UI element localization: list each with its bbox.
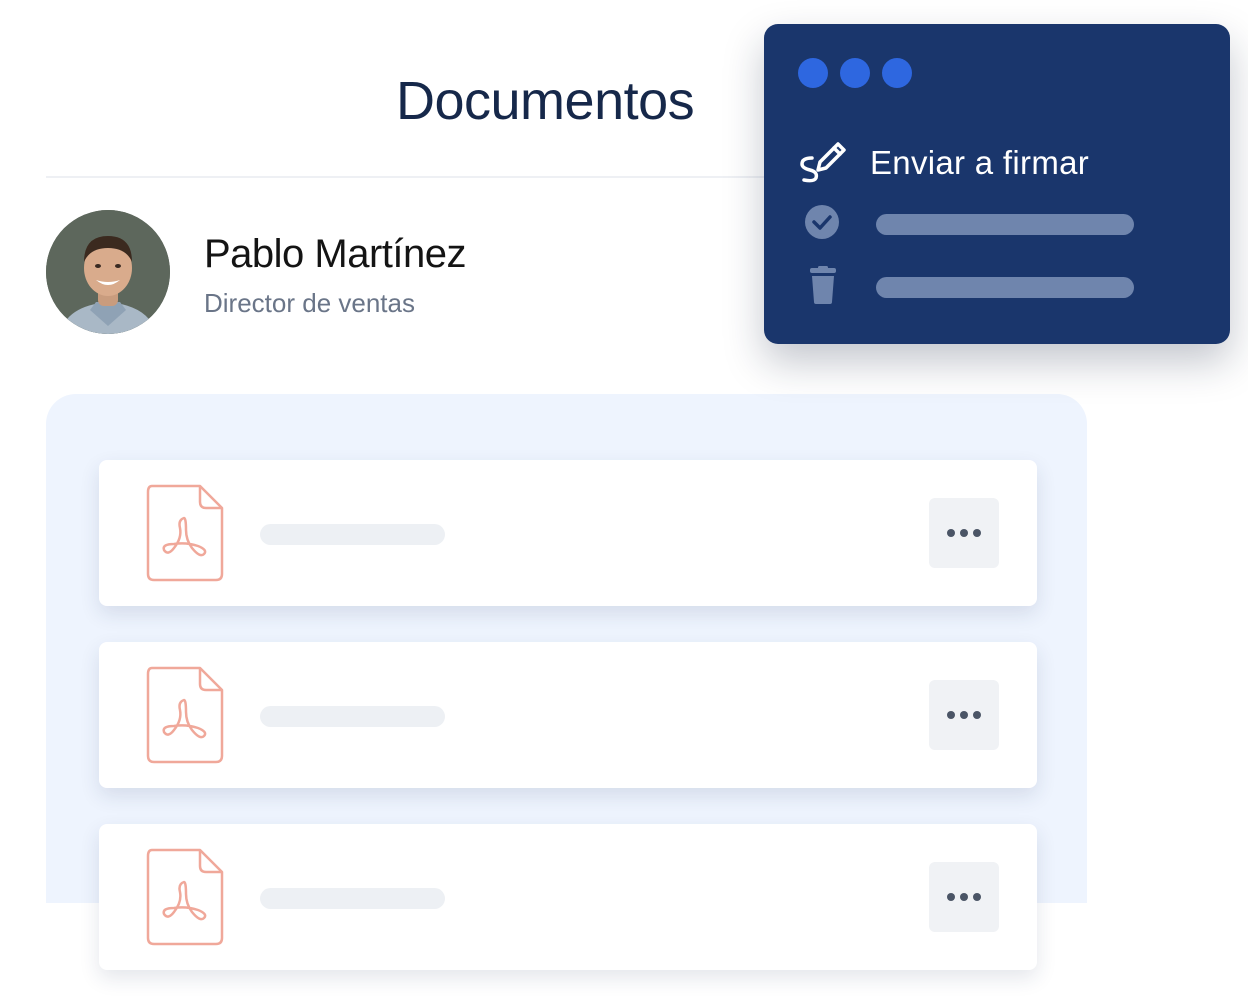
window-dots <box>798 58 912 88</box>
documents-screen: Documentos Pablo Martínez Director de ve… <box>0 0 1248 1008</box>
document-name-placeholder <box>260 888 445 909</box>
menu-item-delete[interactable] <box>798 266 1134 309</box>
pdf-file-icon <box>146 848 224 946</box>
document-card[interactable] <box>99 460 1037 606</box>
window-dot <box>798 58 828 88</box>
menu-item-placeholder <box>876 214 1134 235</box>
user-role: Director de ventas <box>204 288 415 318</box>
check-circle-icon <box>798 204 848 245</box>
menu-item-label: Enviar a firmar <box>870 143 1090 181</box>
more-options-button[interactable] <box>929 862 999 932</box>
menu-item-approve[interactable] <box>798 204 1134 245</box>
more-dots-icon <box>946 708 982 723</box>
context-menu: Enviar a firmar <box>764 24 1230 344</box>
window-dot <box>840 58 870 88</box>
menu-item-send-to-sign[interactable]: Enviar a firmar <box>798 136 1089 189</box>
more-dots-icon <box>946 526 982 541</box>
document-name-placeholder <box>260 706 445 727</box>
pdf-file-icon <box>146 666 224 764</box>
trash-icon <box>798 266 848 309</box>
more-dots-icon <box>946 890 982 905</box>
menu-item-placeholder <box>876 277 1134 298</box>
page-title: Documentos <box>396 71 695 131</box>
more-options-button[interactable] <box>929 680 999 750</box>
more-options-button[interactable] <box>929 498 999 568</box>
header-divider <box>46 176 776 178</box>
avatar <box>46 210 170 334</box>
sign-pen-icon <box>798 136 848 189</box>
user-name: Pablo Martínez <box>204 232 467 276</box>
document-name-placeholder <box>260 524 445 545</box>
window-dot <box>882 58 912 88</box>
document-card[interactable] <box>99 824 1037 970</box>
pdf-file-icon <box>146 484 224 582</box>
document-card[interactable] <box>99 642 1037 788</box>
